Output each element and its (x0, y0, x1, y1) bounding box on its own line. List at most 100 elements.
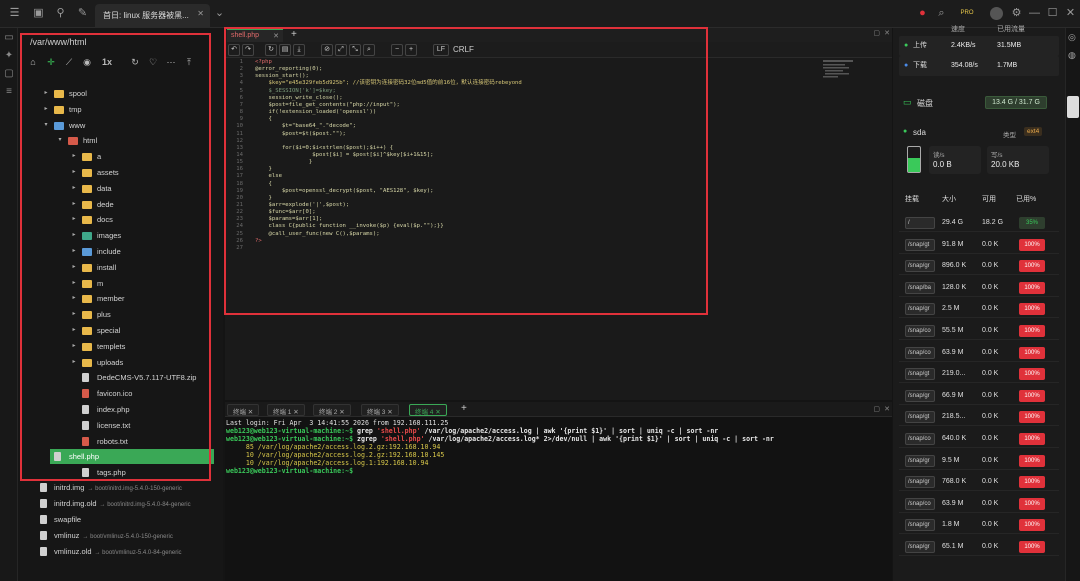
maximize-icon[interactable]: ☐ (1046, 7, 1059, 20)
locate-icon[interactable]: ✛ (44, 55, 58, 69)
maximize-icon[interactable]: ▢ (873, 29, 880, 37)
root-file-item[interactable]: initrd.img.old → boot/initrd.img-5.4.0-84… (18, 496, 223, 511)
terminal-tab-0[interactable]: 终端 ✕ (227, 404, 260, 416)
terminal-tab-3[interactable]: 终端 3 ✕ (361, 404, 399, 416)
session-tab[interactable]: 首日: linux 服务器被黑... ✕ (95, 4, 210, 28)
collapse-icon[interactable]: ⤡ (349, 44, 361, 56)
root-file-item[interactable]: initrd.img → boot/initrd.img-5.4.0-150-ge… (18, 480, 223, 495)
edit-icon[interactable]: ✎ (76, 7, 89, 20)
tree-folder[interactable]: ▾ www (18, 118, 223, 133)
disk-table-row[interactable]: /snap/co 640.0 K 0.0 K 100% (899, 430, 1059, 448)
chevron-right-icon[interactable]: ▸ (70, 244, 78, 259)
tree-file[interactable]: license.txt (18, 418, 223, 433)
disk-table-row[interactable]: /snap/gt 218.5... 0.0 K 100% (899, 408, 1059, 427)
disk-table-row[interactable]: /snap/co 63.9 M 0.0 K 100% (899, 344, 1059, 362)
more-icon[interactable]: ⋯ (164, 55, 178, 69)
tree-folder[interactable]: ▸ include (18, 244, 223, 259)
chevron-right-icon[interactable]: ▸ (70, 339, 78, 354)
crlf-button[interactable]: CRLF (453, 45, 474, 54)
terminal-output[interactable]: Last login: Fri Apr 3 14:41:55 2026 from… (226, 419, 886, 475)
chevron-right-icon[interactable]: ▸ (70, 323, 78, 338)
search-icon[interactable]: ⌕ (363, 44, 375, 56)
chevron-right-icon[interactable]: ▸ (70, 307, 78, 322)
chevron-right-icon[interactable]: ▸ (70, 260, 78, 275)
root-file-item[interactable]: vmlinuz → boot/vmlinuz-5.4.0-150-generic (18, 528, 223, 543)
wand-icon[interactable]: ⟋ (62, 55, 76, 69)
editor-tab-shell[interactable]: shell.php ✕ (227, 29, 283, 42)
folder-icon[interactable]: ▭ (3, 32, 15, 44)
tree-file[interactable]: DedeCMS-V5.7.117-UTF8.zip (18, 370, 223, 385)
search-icon[interactable]: ⌕ (935, 7, 948, 20)
expand-icon[interactable]: ⤢ (335, 44, 347, 56)
list-icon[interactable]: ≡ (3, 86, 15, 98)
eye-icon[interactable]: ◉ (80, 55, 94, 69)
tree-file[interactable]: favicon.ico (18, 386, 223, 401)
disk-table-row[interactable]: /snap/gr 1.8 M 0.0 K 100% (899, 516, 1059, 535)
close-tab-icon[interactable]: ✕ (197, 9, 204, 18)
save-icon[interactable]: ▤ (279, 44, 291, 56)
lf-button[interactable]: LF (433, 44, 449, 56)
minimize-icon[interactable]: — (1028, 7, 1041, 20)
disk-table-row[interactable]: /snap/co 63.9 M 0.0 K 100% (899, 495, 1059, 513)
chevron-down-icon[interactable]: ⌄ (213, 7, 226, 20)
disk-table-row[interactable]: /snap/gr 768.0 K 0.0 K 100% (899, 473, 1059, 492)
close-icon[interactable]: ✕ (884, 29, 890, 37)
disk-table-row[interactable]: /snap/gr 896.0 K 0.0 K 100% (899, 257, 1059, 276)
chevron-right-icon[interactable]: ▸ (42, 102, 50, 117)
add-terminal-icon[interactable]: + (461, 403, 467, 414)
tree-folder[interactable]: ▸ member (18, 291, 223, 306)
tree-folder[interactable]: ▸ data (18, 181, 223, 196)
robot-icon[interactable]: ◎ (1068, 32, 1076, 43)
home-icon[interactable]: ⌂ (26, 55, 40, 69)
tree-folder[interactable]: ▸ docs (18, 212, 223, 227)
tree-folder[interactable]: ▸ images (18, 228, 223, 243)
chevron-right-icon[interactable]: ▸ (70, 228, 78, 243)
chevron-right-icon[interactable]: ▸ (70, 149, 78, 164)
tree-folder[interactable]: ▸ tmp (18, 102, 223, 117)
code-area[interactable]: 1 <?php 2 @error_reporting(0); 3 session_star… (225, 59, 825, 329)
disk-table-row[interactable]: /snap/co 55.5 M 0.0 K 100% (899, 322, 1059, 340)
download-icon[interactable]: ⤓ (293, 44, 305, 56)
speed-button[interactable]: 1x (98, 55, 116, 69)
close-icon[interactable]: ✕ (884, 405, 890, 413)
terminal-tab-2[interactable]: 终端 2 ✕ (313, 404, 351, 416)
chevron-down-icon[interactable]: ▾ (42, 118, 50, 133)
disk-table-row[interactable]: /snap/ba 128.0 K 0.0 K 100% (899, 279, 1059, 297)
avatar[interactable] (990, 7, 1003, 20)
disk-table-row[interactable]: / 29.4 G 18.2 G 35% (899, 214, 1059, 232)
add-tab-icon[interactable]: + (291, 29, 297, 40)
undo-icon[interactable]: ↶ (228, 44, 240, 56)
tree-folder[interactable]: ▸ spool (18, 86, 223, 101)
root-file-item[interactable]: vmlinuz.old → boot/vmlinuz-5.4.0-84-gener… (18, 544, 223, 559)
chevron-right-icon[interactable]: ▸ (42, 86, 50, 101)
globe-icon[interactable]: ◍ (1068, 50, 1076, 61)
chevron-right-icon[interactable]: ▸ (70, 276, 78, 291)
compass-icon[interactable]: ✦ (3, 50, 15, 62)
settings-icon[interactable]: ⚙ (1010, 7, 1023, 20)
menu-icon[interactable]: ☰ (8, 7, 21, 20)
chevron-right-icon[interactable]: ▸ (70, 291, 78, 306)
tree-folder[interactable]: ▸ special (18, 323, 223, 338)
link-icon[interactable]: ⚲ (54, 7, 67, 20)
disk-table-row[interactable]: /snap/gt 91.8 M 0.0 K 100% (899, 236, 1059, 254)
tree-folder[interactable]: ▸ assets (18, 165, 223, 180)
reload-icon[interactable]: ↻ (265, 44, 277, 56)
maximize-icon[interactable]: ▢ (873, 405, 880, 413)
disk-table-row[interactable]: /snap/gr 65.1 M 0.0 K 100% (899, 538, 1059, 556)
zoom-out-icon[interactable]: − (391, 44, 403, 56)
tree-folder[interactable]: ▸ uploads (18, 355, 223, 370)
code-minimap[interactable] (823, 60, 853, 80)
tree-folder[interactable]: ▸ dede (18, 197, 223, 212)
close-window-icon[interactable]: ✕ (1064, 7, 1077, 20)
tree-file[interactable]: tags.php (18, 465, 223, 480)
chevron-right-icon[interactable]: ▸ (70, 181, 78, 196)
terminal-tab-1[interactable]: 终端 1 ✕ (267, 404, 305, 416)
path-bar[interactable]: /var/www/html (26, 34, 212, 50)
chevron-right-icon[interactable]: ▸ (70, 165, 78, 180)
close-icon[interactable]: ✕ (273, 32, 279, 40)
tree-file[interactable]: shell.php (50, 449, 214, 465)
upload-icon[interactable]: ⤒ (182, 55, 196, 69)
tree-folder[interactable]: ▾ html (18, 133, 223, 148)
chevron-right-icon[interactable]: ▸ (70, 355, 78, 370)
tree-folder[interactable]: ▸ templets (18, 339, 223, 354)
